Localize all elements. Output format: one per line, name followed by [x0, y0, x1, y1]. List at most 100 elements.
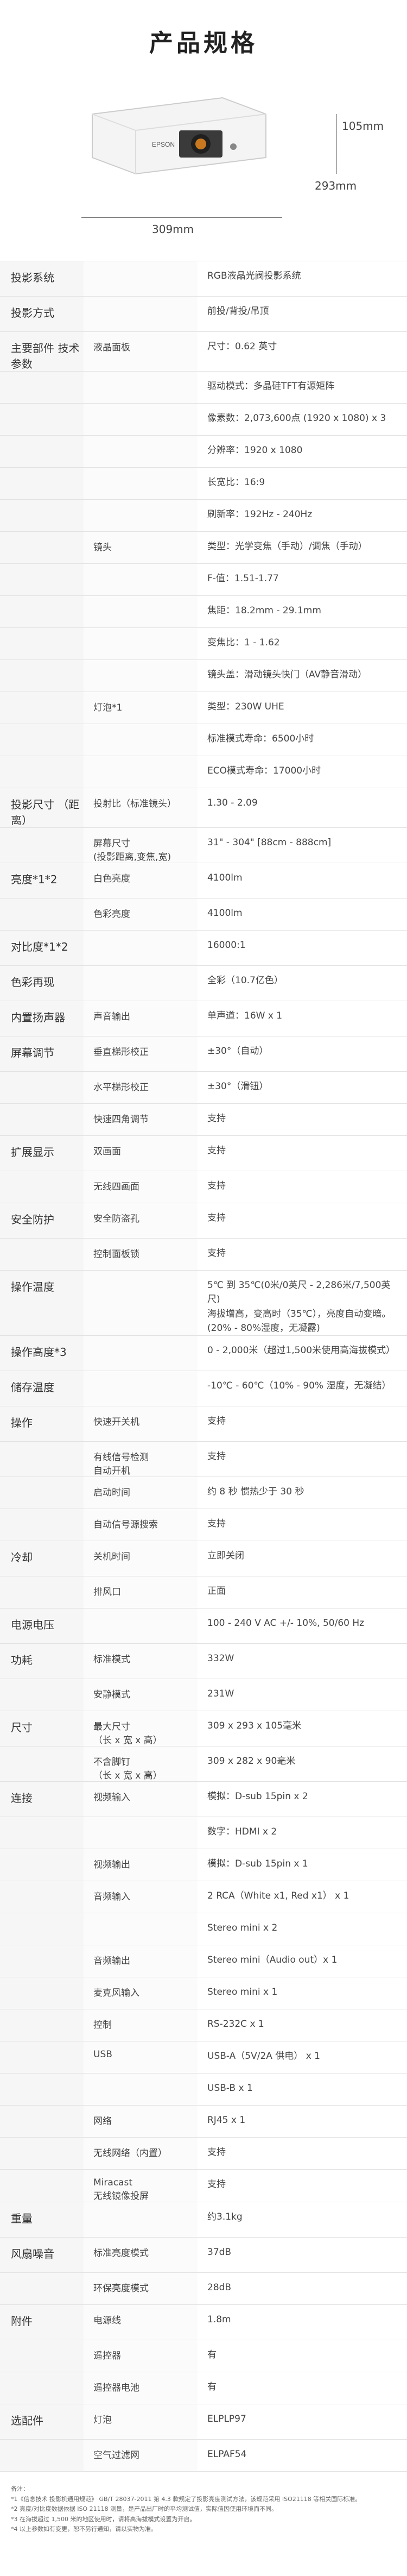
spec-subcategory	[84, 660, 198, 692]
spec-subcategory	[84, 1371, 198, 1406]
spec-value: 309 x 293 x 105毫米	[207, 1720, 302, 1732]
spec-value: -10℃ - 60℃（10% - 90% 湿度，无凝结）	[207, 1380, 391, 1392]
spec-row: 选配件 灯泡 ELPLP97	[0, 2404, 407, 2440]
spec-category	[0, 500, 84, 531]
spec-category: 对比度*1*2	[0, 931, 84, 965]
spec-subcategory: 电源线	[84, 2305, 198, 2340]
spec-subcategory	[84, 436, 198, 467]
spec-category: 功耗	[0, 1644, 84, 1679]
footnote-line: *1《信息技术 投影机通用规范》 GB/T 28037-2011 第 4.3 款…	[11, 2495, 361, 2503]
spec-row: 灯泡*1 类型：230W UHE	[0, 692, 407, 724]
spec-category: 电源电压	[0, 1609, 84, 1644]
spec-value: 4100lm	[207, 908, 243, 919]
spec-subcategory: 液晶面板	[84, 332, 198, 371]
spec-row: 有线信号检测 自动开机 支持	[0, 1442, 407, 1478]
spec-row: 刷新率：192Hz - 240Hz	[0, 500, 407, 532]
spec-row: 投影方式 前投/背投/吊顶	[0, 297, 407, 332]
spec-value: 31" - 304" [88cm - 888cm]	[207, 837, 332, 848]
spec-row: 扩展显示 双画面 支持	[0, 1136, 407, 1171]
spec-subcategory	[84, 500, 198, 531]
spec-row: 冷却 关机时间 立即关闭	[0, 1541, 407, 1577]
spec-row: 电源电压 100 - 240 V AC +/- 10%, 50/60 Hz	[0, 1609, 407, 1644]
spec-subcategory: 标准模式	[84, 1644, 198, 1679]
spec-value: 16000:1	[207, 940, 246, 951]
spec-value: ±30°（滑钮）	[207, 1081, 269, 1092]
spec-subcategory: 关机时间	[84, 1541, 198, 1576]
spec-category	[0, 404, 84, 435]
spec-row: F-值：1.51-1.77	[0, 564, 407, 596]
spec-subcategory: 镜头	[84, 532, 198, 563]
spec-subcategory: 水平梯形校正	[84, 1072, 198, 1103]
spec-category: 主要部件 技术参数	[0, 332, 84, 371]
spec-value: 全彩（10.7亿色）	[207, 975, 283, 986]
spec-category	[0, 1072, 84, 1103]
spec-category: 投影尺寸 （距离）	[0, 788, 84, 827]
spec-subcategory: 安静模式	[84, 1679, 198, 1711]
spec-subcategory: 视频输入	[84, 1782, 198, 1817]
spec-category	[0, 1239, 84, 1270]
dim-depth: 293mm	[315, 179, 357, 192]
spec-category	[0, 2074, 84, 2106]
spec-subcategory: 自动信号源搜索	[84, 1509, 198, 1541]
spec-subcategory	[84, 564, 198, 595]
spec-subcategory	[84, 2074, 198, 2106]
spec-subcategory	[84, 596, 198, 627]
spec-row: 镜头 类型：光学变焦（手动）/调焦（手动）	[0, 532, 407, 564]
spec-subcategory: 标准亮度模式	[84, 2238, 198, 2273]
spec-subcategory: 遥控器电池	[84, 2372, 198, 2404]
spec-value: 分辨率：1920 x 1080	[207, 445, 303, 456]
spec-row: 风扇噪音 标准亮度模式 37dB	[0, 2238, 407, 2273]
spec-category	[0, 2138, 84, 2170]
spec-category	[0, 1171, 84, 1203]
spec-subcategory: 视频输出	[84, 1849, 198, 1881]
spec-subcategory	[84, 931, 198, 965]
spec-value: 有	[207, 2349, 217, 2361]
spec-subcategory: 灯泡	[84, 2404, 198, 2440]
spec-row: 操作温度 5℃ 到 35℃(0米/0英尺 - 2,286米/7,500英尺) 海拔…	[0, 1271, 407, 1336]
spec-value: ±30°（自动）	[207, 1046, 269, 1057]
spec-row: 网络 RJ45 x 1	[0, 2106, 407, 2138]
spec-category	[0, 1442, 84, 1477]
footnote-line: 备注：	[11, 2485, 29, 2493]
spec-category	[0, 1509, 84, 1541]
spec-category	[0, 436, 84, 467]
spec-category	[0, 2440, 84, 2472]
spec-category	[0, 899, 84, 930]
spec-row: 视频输出 模拟：D-sub 15pin x 1	[0, 1849, 407, 1882]
spec-subcategory: 最大尺寸 （长 x 宽 x 高）	[84, 1711, 198, 1746]
spec-subcategory: 控制	[84, 2009, 198, 2041]
spec-value: 镜头盖：滑动镜头快门（AV静音滑动）	[207, 669, 367, 680]
spec-category	[0, 1945, 84, 1977]
projector-image: EPSON	[92, 97, 266, 175]
spec-category	[0, 596, 84, 627]
footnote-line: *3 在海拔超过 1,500 米的地区使用时，请将高海拔模式设置为开启。	[11, 2515, 196, 2523]
spec-row: 尺寸 最大尺寸 （长 x 宽 x 高） 309 x 293 x 105毫米	[0, 1711, 407, 1747]
spec-subcategory	[84, 2202, 198, 2238]
spec-subcategory: 空气过滤网	[84, 2440, 198, 2472]
spec-row: 驱动模式：多晶硅TFT有源矩阵	[0, 372, 407, 404]
spec-subcategory: 控制面板锁	[84, 1239, 198, 1270]
spec-value: ELPAF54	[207, 2449, 247, 2460]
spec-subcategory: 环保亮度模式	[84, 2273, 198, 2305]
spec-category	[0, 1679, 84, 1711]
dim-width: 309mm	[152, 223, 194, 236]
spec-row: 操作高度*3 0 - 2,000米（超过1,500米使用高海拔模式）	[0, 1336, 407, 1372]
spec-row: 快速四角调节 支持	[0, 1104, 407, 1136]
spec-row: 麦克风输入 Stereo mini x 1	[0, 1977, 407, 2010]
footnote-line: *4 以上参数如有变更，恕不另行通知，请以实物为准。	[11, 2525, 157, 2533]
spec-category: 内置扬声器	[0, 1001, 84, 1036]
spec-category: 尺寸	[0, 1711, 84, 1746]
spec-row: 变焦比：1 - 1.62	[0, 628, 407, 660]
spec-category	[0, 692, 84, 724]
spec-row: 镜头盖：滑动镜头快门（AV静音滑动）	[0, 660, 407, 692]
spec-value: 约 8 秒 惯热少于 30 秒	[207, 1486, 304, 1498]
spec-value: 单声道：16W x 1	[207, 1010, 283, 1021]
spec-category: 扩展显示	[0, 1136, 84, 1171]
spec-row: 安静模式 231W	[0, 1679, 407, 1712]
spec-value: 模拟：D-sub 15pin x 2	[207, 1791, 308, 1802]
spec-row: 空气过滤网 ELPAF54	[0, 2440, 407, 2472]
spec-value: 231W	[207, 1688, 234, 1700]
spec-row: 环保亮度模式 28dB	[0, 2273, 407, 2305]
spec-subcategory: 屏幕尺寸 (投影距离,变焦,宽)	[84, 828, 198, 863]
spec-row: 重量 约3.1kg	[0, 2202, 407, 2238]
